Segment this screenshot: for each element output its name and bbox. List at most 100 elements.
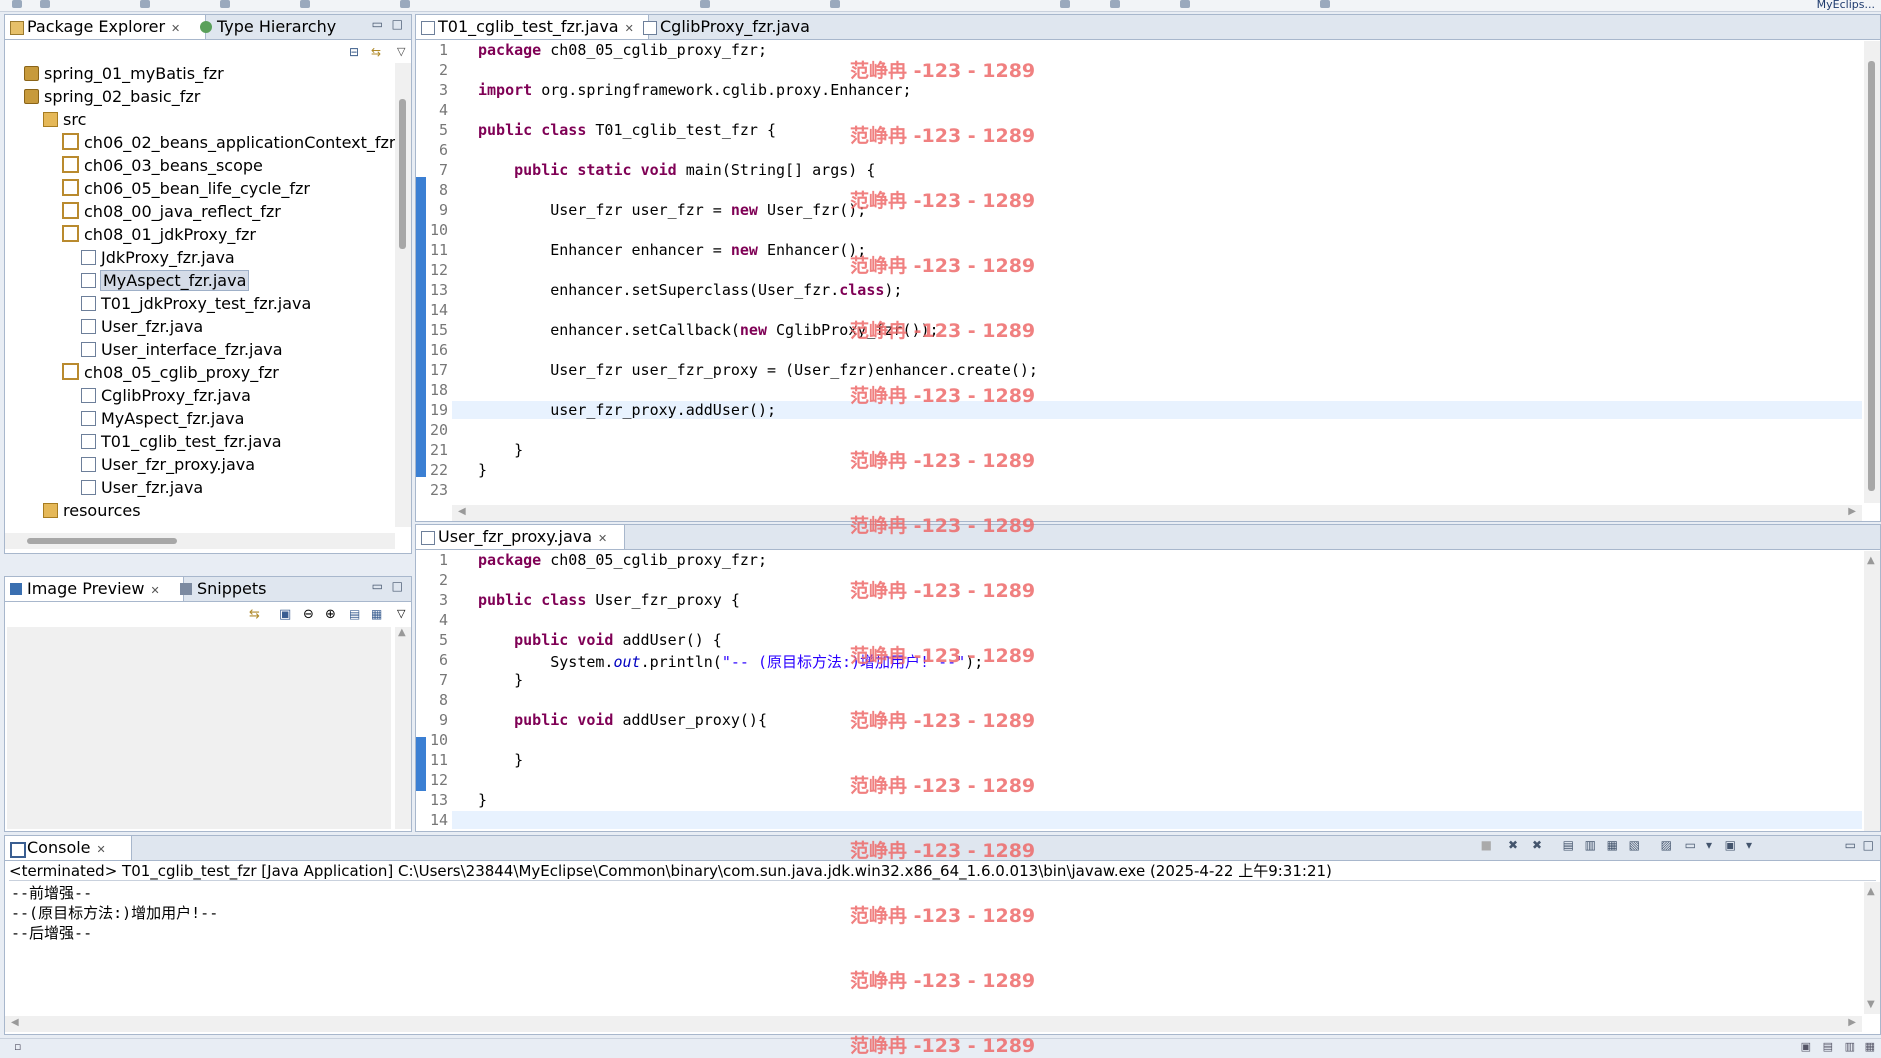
toolbar-icon[interactable] [140,0,150,8]
show-on-output-icon[interactable]: ▧ [1629,838,1640,852]
toolbar-icon[interactable] [400,0,410,8]
code-line[interactable]: User_fzr user_fzr_proxy = (User_fzr)enha… [478,361,1038,379]
editor-vertical-scrollbar[interactable] [1864,41,1880,503]
maximize-icon[interactable]: □ [1863,838,1874,852]
status-icon[interactable]: ▦ [1865,1040,1875,1053]
scroll-left-icon[interactable]: ◀ [11,1017,19,1028]
minimize-icon[interactable]: ▭ [372,17,383,31]
scroll-up-icon[interactable]: ▲ [398,627,406,638]
toolbar-icon[interactable] [40,0,50,8]
pin-console-icon[interactable]: ▨ [1661,838,1672,852]
tree-vertical-scrollbar[interactable] [395,63,411,527]
scroll-thumb[interactable] [399,99,406,249]
close-icon[interactable]: ✕ [97,843,106,856]
fit-image-icon[interactable]: ▣ [279,607,291,622]
preview-vertical-scrollbar[interactable]: ▲ [395,627,411,829]
actual-size-icon[interactable]: ▤ [349,607,360,621]
toolbar-icon[interactable] [830,0,840,8]
code-line[interactable]: System.out.println("-- (原目标方法:)增加用户! --"… [478,651,983,672]
tab-image-preview[interactable]: Image Preview ✕ [5,577,184,601]
scroll-down-icon[interactable]: ▼ [1867,999,1875,1010]
console-horizontal-scrollbar[interactable]: ◀ ▶ [5,1016,1862,1032]
console-output[interactable]: --前增强-- --(原目标方法:)增加用户!-- --后增强-- [5,882,1862,1014]
tree-item[interactable]: User_fzr.java [81,316,203,338]
code-line[interactable]: Enhancer enhancer = new Enhancer(); [478,241,866,259]
code-line[interactable]: public class User_fzr_proxy { [478,591,740,609]
tree-item[interactable]: MyAspect_fzr.java [81,408,244,430]
close-icon[interactable]: ✕ [625,22,634,35]
code-line[interactable]: import org.springframework.cglib.proxy.E… [478,81,911,99]
scroll-left-icon[interactable]: ◀ [458,506,466,517]
status-icon[interactable]: ▥ [1845,1040,1855,1053]
tree-item[interactable]: JdkProxy_fzr.java [81,247,235,269]
zoom-out-icon[interactable]: ⊖ [303,607,314,622]
tab-package-explorer[interactable]: Package Explorer ✕ [5,15,206,39]
code-editor[interactable]: 1 package ch08_05_cglib_proxy_fzr; 2 3 publi… [416,551,1862,831]
tree-item[interactable]: CglibProxy_fzr.java [81,385,251,407]
view-menu-icon[interactable]: ▽ [397,45,405,58]
tab-type-hierarchy[interactable]: Type Hierarchy [195,15,357,39]
fast-view-icon[interactable]: ▫ [14,1040,21,1053]
editor-horizontal-scrollbar[interactable]: ◀ ▶ [452,505,1862,521]
code-line[interactable]: package ch08_05_cglib_proxy_fzr; [478,41,767,59]
tree-item[interactable]: ch06_05_bean_life_cycle_fzr [62,178,310,200]
tab-console[interactable]: Console ✕ [5,836,132,860]
toolbar-icon[interactable] [1180,0,1190,8]
tree-item[interactable]: spring_02_basic_fzr [24,86,200,108]
code-editor[interactable]: 1 package ch08_05_cglib_proxy_fzr; 2 3 impor… [416,41,1862,503]
collapse-all-icon[interactable]: ⊟ [349,45,359,59]
maximize-icon[interactable]: □ [392,579,403,593]
toolbar-icon[interactable] [1110,0,1120,8]
toolbar-icon[interactable] [12,0,22,8]
scroll-right-icon[interactable]: ▶ [1848,1017,1856,1028]
tree-item[interactable]: ch08_05_cglib_proxy_fzr [62,362,279,384]
toolbar-icon[interactable] [1320,0,1330,8]
fit-window-icon[interactable]: ▦ [371,607,382,621]
tab-user-fzr-proxy[interactable]: User_fzr_proxy.java ✕ [416,525,625,549]
tree-item[interactable]: ch06_02_beans_applicationContext_fzr [62,132,395,154]
remove-all-icon[interactable]: ✖ [1532,838,1542,852]
scroll-right-icon[interactable]: ▶ [1848,506,1856,517]
tree-item[interactable]: T01_cglib_test_fzr.java [81,431,282,453]
scroll-up-icon[interactable]: ▲ [1867,555,1875,566]
tree-item[interactable]: MyAspect_fzr.java [81,270,250,292]
code-line[interactable]: } [478,751,523,769]
open-console-icon[interactable]: ▣ [1725,838,1736,852]
dropdown-icon[interactable]: ▾ [1746,838,1752,852]
console-vertical-scrollbar[interactable]: ▲ ▼ [1864,882,1880,1014]
tree-item[interactable]: spring_01_myBatis_fzr [24,63,224,85]
status-icon[interactable]: ▤ [1823,1040,1833,1053]
close-icon[interactable]: ✕ [171,22,180,35]
tab-cglibproxy[interactable]: CglibProxy_fzr.java [638,15,840,39]
close-icon[interactable]: ✕ [598,532,607,545]
code-line[interactable]: public void addUser() { [478,631,722,649]
tree-item[interactable]: User_fzr_proxy.java [81,454,255,476]
terminate-icon[interactable]: ■ [1481,838,1492,852]
perspective-switcher[interactable]: MyEclips... [1761,0,1881,12]
tab-t01-cglib-test[interactable]: T01_cglib_test_fzr.java ✕ [416,15,649,39]
tree-item[interactable]: T01_jdkProxy_test_fzr.java [81,293,311,315]
tree-item[interactable]: resources [43,500,141,522]
code-line[interactable]: public void addUser_proxy(){ [478,711,767,729]
clear-console-icon[interactable]: ▤ [1563,838,1574,852]
tree-horizontal-scrollbar[interactable] [5,533,395,549]
tree-item[interactable]: User_interface_fzr.java [81,339,283,361]
code-line[interactable]: user_fzr_proxy.addUser(); [478,401,776,419]
code-line[interactable]: package ch08_05_cglib_proxy_fzr; [478,551,767,569]
code-line[interactable]: } [478,671,523,689]
remove-launch-icon[interactable]: ✖ [1508,838,1518,852]
tree-item[interactable]: ch08_01_jdkProxy_fzr [62,224,256,246]
tree-item[interactable]: ch08_00_java_reflect_fzr [62,201,281,223]
code-line[interactable]: } [478,791,487,809]
code-line[interactable]: enhancer.setSuperclass(User_fzr.class); [478,281,902,299]
display-console-icon[interactable]: ▭ [1685,838,1696,852]
code-line[interactable]: public static void main(String[] args) { [478,161,875,179]
toolbar-icon[interactable] [220,0,230,8]
maximize-icon[interactable]: □ [392,17,403,31]
scroll-lock-icon[interactable]: ▥ [1585,838,1596,852]
zoom-in-icon[interactable]: ⊕ [325,607,336,622]
code-line[interactable]: User_fzr user_fzr = new User_fzr(); [478,201,866,219]
toolbar-icon[interactable] [700,0,710,8]
code-line[interactable]: } [478,461,487,479]
minimize-icon[interactable]: ▭ [372,579,383,593]
